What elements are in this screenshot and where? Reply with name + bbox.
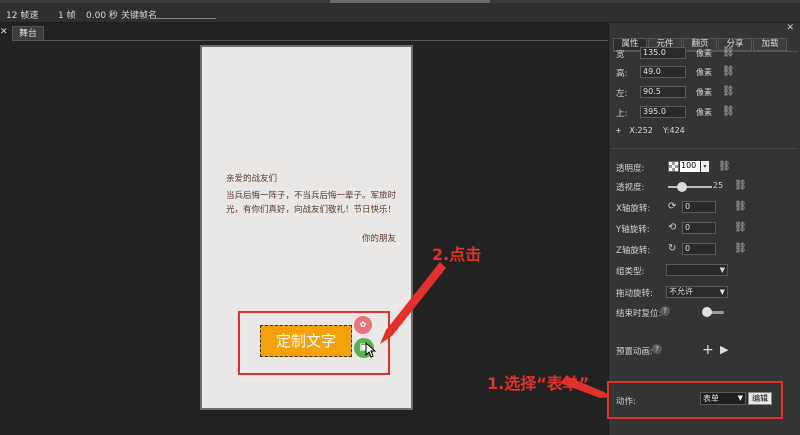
reset-row: 结束时复位: ?: [616, 306, 796, 320]
tab-stage[interactable]: 舞台: [12, 26, 44, 41]
edit-button[interactable]: 编辑: [748, 392, 772, 405]
link-icon[interactable]: ⛓: [734, 201, 747, 213]
opacity-row: 透明度: 100 ▾ ⛓: [616, 161, 796, 175]
transparency-icon: [668, 161, 679, 172]
keyframe-name-input[interactable]: [154, 18, 216, 19]
panel-close-icon[interactable]: ✕: [786, 23, 794, 33]
drag-rotate-select[interactable]: 不允许 ▼: [666, 286, 728, 298]
height-unit: 像素: [696, 68, 712, 77]
left-unit: 像素: [696, 88, 712, 97]
height-input[interactable]: 49.0: [640, 66, 686, 78]
link-icon[interactable]: ⛓: [722, 106, 735, 118]
perspective-row: 透视度: 25 ⛓: [616, 180, 796, 194]
annotation-step1: 1.选择“表单”: [487, 374, 590, 393]
cursor-coords: + X:252 Y:424: [615, 126, 685, 135]
chevron-down-icon: ▼: [719, 288, 725, 296]
action-value: 表单: [703, 394, 719, 403]
play-icon[interactable]: ▶: [720, 343, 728, 356]
action-select[interactable]: 表单 ▼: [700, 392, 746, 405]
link-icon[interactable]: ⛓: [734, 222, 747, 234]
reset-label: 结束时复位:: [616, 309, 662, 319]
timeline-toolbar: 12 帧速 1 帧 0.00 秒 关键帧名: [0, 3, 800, 23]
panel-separator: [612, 148, 796, 149]
z-rotate-icon: ↻: [668, 243, 677, 254]
greeting-text[interactable]: 亲爱的战友们: [226, 172, 277, 184]
link-icon[interactable]: ⛓: [722, 66, 735, 78]
action-label: 动作:: [616, 397, 636, 407]
link-icon[interactable]: ⛓: [718, 161, 731, 173]
left-label: 左:: [616, 89, 628, 99]
width-unit: 像素: [696, 49, 712, 58]
perspective-label: 透视度:: [616, 183, 645, 193]
top-input[interactable]: 395.0: [640, 106, 686, 118]
signature-text[interactable]: 你的朋友: [362, 232, 396, 244]
x-rotate-row: X轴旋转: ⟳ 0 ⛓: [616, 201, 796, 215]
coords-plus: +: [615, 126, 622, 135]
link-icon[interactable]: ⛓: [734, 243, 747, 255]
link-icon[interactable]: ⛓: [722, 47, 735, 59]
cursor-icon: [365, 342, 377, 358]
drag-rotate-row: 拖动旋转: 不允许 ▼: [616, 286, 796, 300]
left-row: 左: 90.5 像素 ⛓: [616, 86, 796, 100]
height-label: 高:: [616, 69, 628, 79]
y-rotate-icon: ⟲: [668, 222, 677, 233]
chevron-down-icon: ▼: [737, 394, 743, 402]
perspective-slider-handle[interactable]: [676, 182, 687, 192]
y-rotate-label: Y轴旋转:: [616, 225, 650, 235]
help-icon[interactable]: ?: [652, 344, 662, 354]
y-rotate-input[interactable]: 0: [682, 222, 716, 234]
fps-label: 12 帧速: [6, 11, 39, 21]
help-icon[interactable]: ?: [660, 306, 670, 316]
keyframe-name-label: 关键帧名: [121, 11, 158, 21]
width-row: 宽 135.0 像素 ⛓: [616, 47, 796, 61]
drag-rotate-value: 不允许: [669, 287, 693, 296]
custom-text-button[interactable]: 定制文字: [260, 325, 352, 357]
z-rotate-label: Z轴旋转:: [616, 246, 651, 256]
opacity-dropdown[interactable]: ▾: [701, 161, 709, 172]
star-icon[interactable]: ✿: [354, 316, 372, 334]
coord-y: Y:424: [662, 126, 685, 135]
link-icon[interactable]: ⛓: [734, 180, 747, 192]
add-animation-button[interactable]: +: [702, 342, 714, 358]
opacity-input[interactable]: 100: [680, 161, 700, 172]
annotation-step2: 2.点击: [432, 245, 482, 264]
chevron-down-icon: ▼: [719, 266, 725, 274]
close-icon[interactable]: ✕: [0, 27, 10, 37]
x-rotate-label: X轴旋转:: [616, 204, 651, 214]
top-row: 上: 395.0 像素 ⛓: [616, 106, 796, 120]
left-input[interactable]: 90.5: [640, 86, 686, 98]
time-label: 0.00 秒: [86, 11, 118, 21]
width-input[interactable]: 135.0: [640, 47, 686, 59]
link-icon[interactable]: ⛓: [722, 86, 735, 98]
reset-toggle-knob[interactable]: [702, 307, 712, 317]
coord-x: X:252: [629, 126, 653, 135]
perspective-value: 25: [713, 181, 724, 190]
message-text[interactable]: 当兵后悔一阵子，不当兵后悔一辈子。军旅时光，有你们真好，向战友们敬礼！节日快乐！: [226, 189, 396, 217]
preset-anim-row: 预置动画: ? + ▶: [616, 342, 796, 358]
frame-count-label: 1 帧: [58, 11, 76, 21]
y-rotate-row: Y轴旋转: ⟲ 0 ⛓: [616, 222, 796, 236]
group-type-select[interactable]: ▼: [666, 264, 728, 276]
width-label: 宽: [616, 50, 625, 60]
tab-divider: [12, 40, 608, 41]
top-unit: 像素: [696, 108, 712, 117]
z-rotate-input[interactable]: 0: [682, 243, 716, 255]
group-type-label: 组类型:: [616, 267, 645, 277]
group-type-row: 组类型: ▼: [616, 264, 796, 278]
x-rotate-icon: ⟳: [668, 201, 677, 212]
z-rotate-row: Z轴旋转: ↻ 0 ⛓: [616, 243, 796, 257]
height-row: 高: 49.0 像素 ⛓: [616, 66, 796, 80]
perspective-slider[interactable]: [668, 186, 712, 188]
top-label: 上:: [616, 109, 628, 119]
action-row: 动作:: [616, 394, 676, 408]
preset-anim-label: 预置动画:: [616, 347, 653, 357]
opacity-label: 透明度:: [616, 164, 645, 174]
x-rotate-input[interactable]: 0: [682, 201, 716, 213]
drag-rotate-label: 拖动旋转:: [616, 289, 653, 299]
